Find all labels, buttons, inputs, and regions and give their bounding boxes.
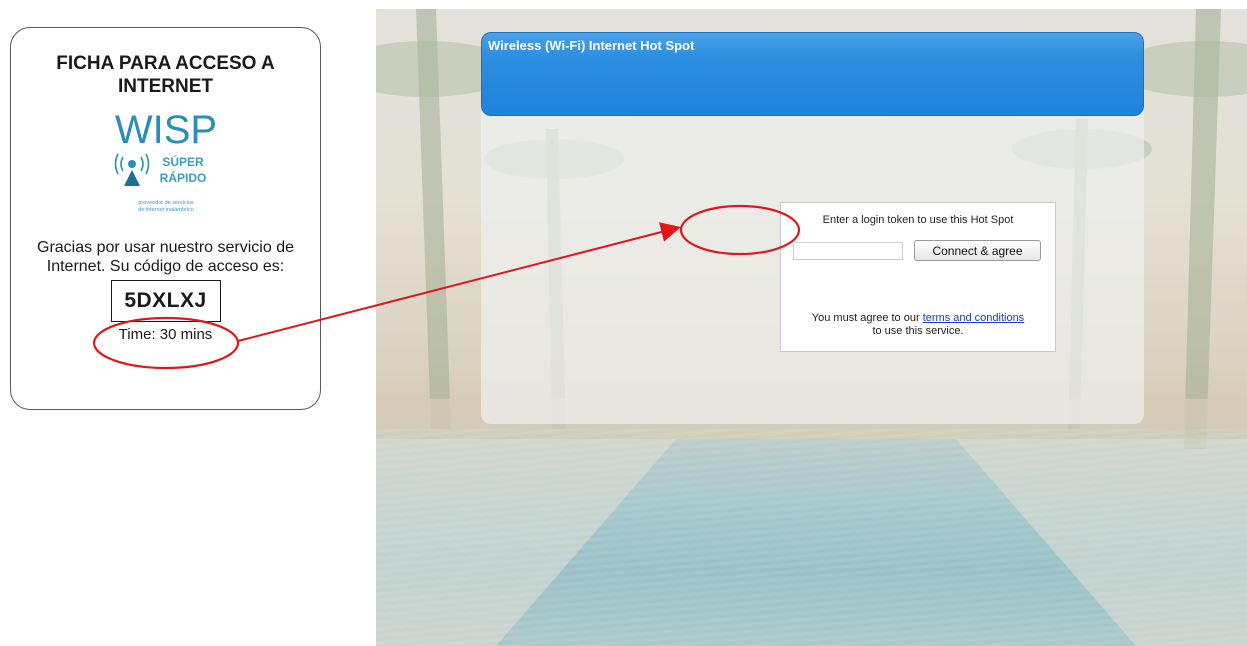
login-prompt: Enter a login token to use this Hot Spot: [822, 214, 1014, 226]
logo-subtitle-2: de internet inalámbrico: [138, 207, 194, 213]
access-voucher-card: FICHA PARA ACCESO A INTERNET WISP SÚPER …: [10, 27, 321, 410]
time-allowance: Time: 30 mins: [118, 326, 213, 343]
terms-link[interactable]: terms and conditions: [923, 312, 1025, 324]
terms-prefix: You must agree to our: [811, 312, 923, 324]
logo-subtitle-1: proveedor de servicios: [138, 200, 194, 206]
hotspot-login-page: Wireless (Wi-Fi) Internet Hot Spot Enter…: [376, 9, 1247, 646]
access-code-box: 5DXLXJ: [110, 280, 221, 322]
hotspot-panel: Wireless (Wi-Fi) Internet Hot Spot Enter…: [481, 32, 1144, 424]
terms-suffix: to use this service.: [872, 325, 964, 337]
hotspot-title: Wireless (Wi-Fi) Internet Hot Spot: [488, 38, 695, 53]
hotspot-header: Wireless (Wi-Fi) Internet Hot Spot: [481, 32, 1144, 116]
token-input[interactable]: [793, 242, 903, 260]
login-box: Enter a login token to use this Hot Spot…: [780, 202, 1056, 352]
logo-brand: WISP: [114, 108, 216, 152]
connect-agree-button[interactable]: Connect & agree: [914, 240, 1041, 261]
wifi-antenna-icon: WISP SÚPER RÁPIDO proveedor de servicios…: [114, 108, 217, 213]
logo-tagline-1: SÚPER: [162, 154, 204, 169]
voucher-title-line2: INTERNET: [118, 76, 213, 97]
terms-notice: You must agree to our terms and conditio…: [781, 312, 1055, 338]
access-code: 5DXLXJ: [124, 289, 207, 312]
logo-tagline-2: RÁPIDO: [159, 170, 206, 185]
voucher-title: FICHA PARA ACCESO A INTERNET: [21, 52, 310, 98]
thanks-message: Gracias por usar nuestro servicio de Int…: [37, 239, 294, 275]
voucher-title-line1: FICHA PARA ACCESO A: [56, 53, 275, 74]
wisp-logo: WISP SÚPER RÁPIDO proveedor de servicios…: [108, 108, 223, 226]
